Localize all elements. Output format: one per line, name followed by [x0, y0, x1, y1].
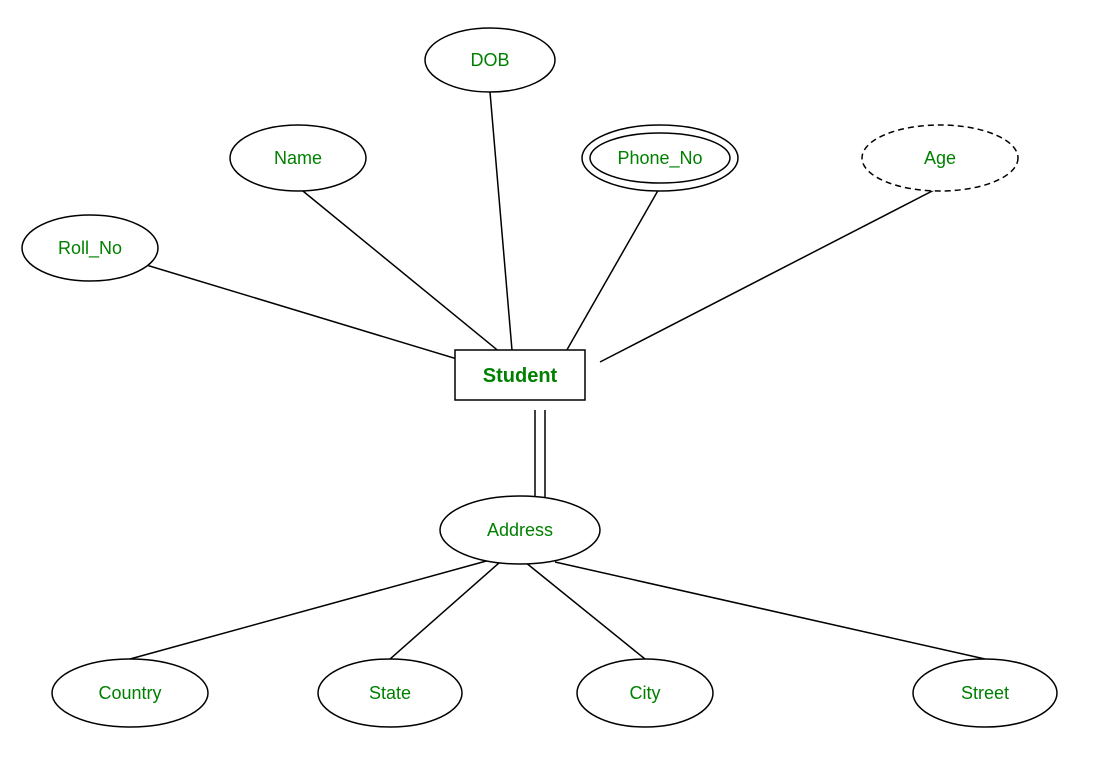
- city-label: City: [630, 683, 661, 703]
- line-student-rollno: [90, 248, 510, 375]
- line-address-state: [390, 562, 500, 659]
- street-label: Street: [961, 683, 1009, 703]
- line-address-street: [555, 562, 985, 659]
- line-student-name: [298, 187, 512, 362]
- name-label: Name: [274, 148, 322, 168]
- rollno-label: Roll_No: [58, 238, 122, 259]
- line-student-dob: [490, 92, 513, 362]
- line-student-age: [600, 187, 940, 362]
- dob-label: DOB: [470, 50, 509, 70]
- line-address-city: [525, 562, 645, 659]
- line-address-country: [130, 560, 490, 659]
- address-label: Address: [487, 520, 553, 540]
- student-label: Student: [483, 365, 558, 387]
- line-student-phoneno: [560, 187, 660, 362]
- state-label: State: [369, 683, 411, 703]
- phoneno-label: Phone_No: [617, 148, 702, 169]
- age-label: Age: [924, 148, 956, 168]
- country-label: Country: [98, 683, 161, 703]
